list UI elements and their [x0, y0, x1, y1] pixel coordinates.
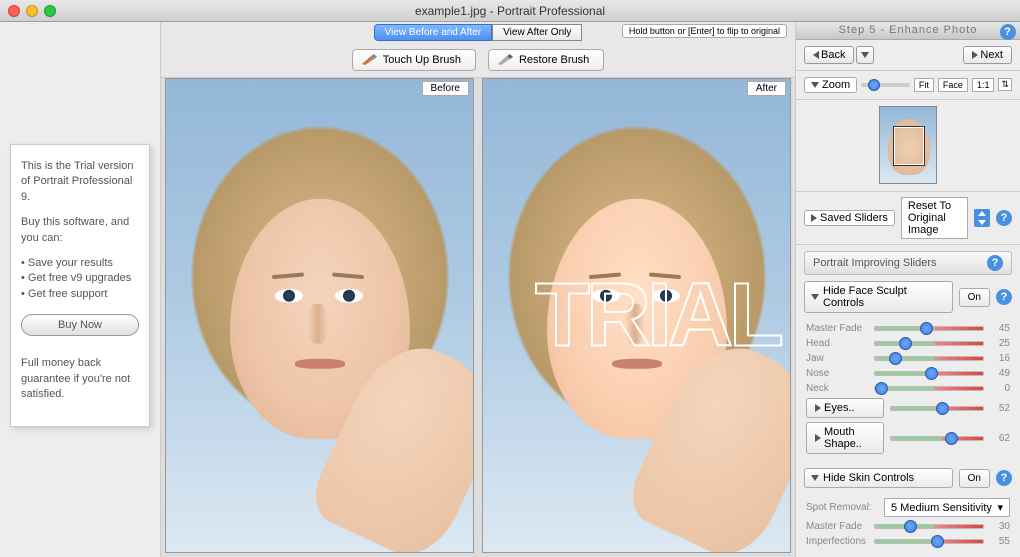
- window-title: example1.jpg - Portrait Professional: [0, 4, 1020, 18]
- triangle-down-icon: [811, 475, 819, 481]
- slider-thumb[interactable]: [868, 79, 880, 91]
- triangle-right-icon: [815, 404, 821, 412]
- eyes-subpanel-button[interactable]: Eyes..: [806, 398, 884, 418]
- buy-now-button[interactable]: Buy Now: [21, 314, 139, 336]
- tab-after-only[interactable]: View After Only: [492, 24, 582, 41]
- spot-removal-dropdown[interactable]: 5 Medium Sensitivity▾: [884, 498, 1010, 517]
- triangle-down-icon: [811, 82, 819, 88]
- minimize-window-button[interactable]: [26, 5, 38, 17]
- triangle-right-icon: [811, 214, 817, 222]
- face-sculpt-on-button[interactable]: On: [959, 288, 990, 307]
- triangle-down-icon: [861, 52, 869, 58]
- zoom-stepper[interactable]: ⇅: [998, 78, 1012, 91]
- trial-guarantee: Full money back guarantee if you're not …: [21, 356, 139, 402]
- triangle-left-icon: [813, 51, 819, 59]
- saved-sliders-dropdown[interactable]: Reset To Original Image: [901, 197, 968, 239]
- after-label: After: [747, 81, 786, 96]
- zoom-toggle[interactable]: Zoom: [804, 77, 857, 93]
- close-window-button[interactable]: [8, 5, 20, 17]
- imperfections-slider[interactable]: [874, 539, 984, 544]
- zoom-slider[interactable]: [861, 83, 910, 87]
- saved-stepper[interactable]: [974, 209, 990, 227]
- masterfade-slider[interactable]: [874, 326, 984, 331]
- trial-bullet: Get free support: [21, 287, 139, 302]
- trial-info-box: This is the Trial version of Portrait Pr…: [10, 144, 150, 427]
- after-pane: After TRIAL: [482, 78, 791, 553]
- zoom-face-button[interactable]: Face: [938, 78, 968, 92]
- triangle-right-icon: [815, 434, 821, 442]
- touch-up-brush-button[interactable]: Touch Up Brush: [352, 49, 476, 71]
- help-icon[interactable]: ?: [987, 255, 1003, 271]
- skin-masterfade-slider[interactable]: [874, 524, 984, 529]
- right-panel: Step 5 - Enhance Photo ? Back Next Zoom …: [796, 22, 1020, 557]
- back-menu-button[interactable]: [856, 46, 874, 64]
- center-workspace: View Before and After View After Only Ho…: [160, 22, 796, 557]
- triangle-down-icon: [811, 294, 819, 300]
- face-sculpt-toggle[interactable]: Hide Face Sculpt Controls: [804, 281, 953, 313]
- help-icon[interactable]: ?: [996, 210, 1012, 226]
- improving-sliders-header: Portrait Improving Sliders ?: [804, 251, 1012, 275]
- back-button[interactable]: Back: [804, 46, 854, 64]
- navigator-preview[interactable]: [796, 100, 1020, 192]
- tab-before-after[interactable]: View Before and After: [374, 24, 493, 41]
- skin-on-button[interactable]: On: [959, 469, 990, 488]
- trial-text-1: This is the Trial version of Portrait Pr…: [21, 159, 139, 205]
- restore-brush-button[interactable]: Restore Brush: [488, 49, 604, 71]
- skin-sliders: Spot Removal: 5 Medium Sensitivity▾ Mast…: [796, 492, 1020, 557]
- flip-to-original-button[interactable]: Hold button or [Enter] to flip to origin…: [622, 24, 787, 38]
- head-slider[interactable]: [874, 341, 984, 346]
- help-icon[interactable]: ?: [996, 470, 1012, 486]
- before-pane: Before: [165, 78, 474, 553]
- jaw-slider[interactable]: [874, 356, 984, 361]
- trial-bullet: Save your results: [21, 256, 139, 271]
- eyes-slider[interactable]: [890, 406, 984, 411]
- help-icon[interactable]: ?: [996, 289, 1012, 305]
- zoom-1to1-button[interactable]: 1:1: [972, 78, 995, 92]
- zoom-fit-button[interactable]: Fit: [914, 78, 934, 92]
- left-sidebar: This is the Trial version of Portrait Pr…: [0, 22, 160, 557]
- mouth-subpanel-button[interactable]: Mouth Shape..: [806, 422, 884, 454]
- before-label: Before: [422, 81, 469, 96]
- brush-icon: [361, 54, 377, 66]
- mouth-slider[interactable]: [890, 436, 984, 441]
- trial-bullet: Get free v9 upgrades: [21, 271, 139, 286]
- skin-controls-toggle[interactable]: Hide Skin Controls: [804, 468, 953, 488]
- face-sculpt-sliders: Master Fade45 Head25 Jaw16 Nose49 Neck0 …: [796, 317, 1020, 464]
- zoom-window-button[interactable]: [44, 5, 56, 17]
- nose-slider[interactable]: [874, 371, 984, 376]
- saved-sliders-toggle[interactable]: Saved Sliders: [804, 210, 895, 226]
- trial-text-2: Buy this software, and you can:: [21, 215, 139, 246]
- help-icon[interactable]: ?: [1000, 24, 1016, 40]
- navigator-selection[interactable]: [894, 127, 924, 165]
- window-titlebar: example1.jpg - Portrait Professional: [0, 0, 1020, 22]
- restore-icon: [497, 54, 513, 66]
- triangle-right-icon: [972, 51, 978, 59]
- neck-slider[interactable]: [874, 386, 984, 391]
- next-button[interactable]: Next: [963, 46, 1012, 64]
- step-header: Step 5 - Enhance Photo ?: [796, 22, 1020, 40]
